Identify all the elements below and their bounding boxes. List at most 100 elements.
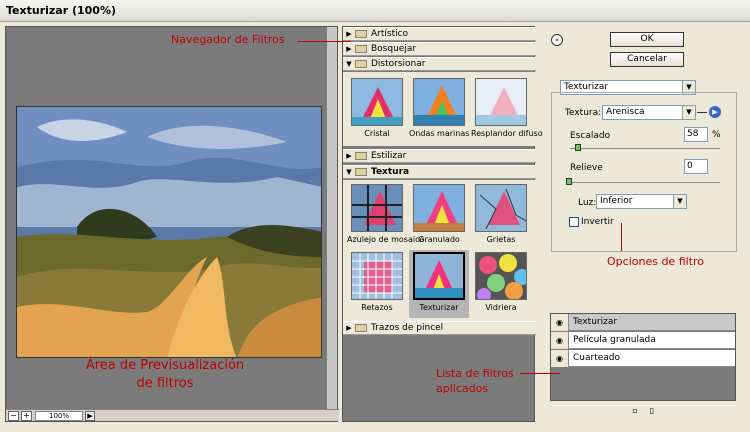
textura-thumbnails: Azulejo de mosaico Granulado Grietas Ret… — [343, 180, 536, 321]
eye-icon[interactable]: ◉ — [551, 313, 569, 331]
texture-label: Textura: — [565, 108, 602, 118]
chevron-down-icon: ▼ — [673, 195, 686, 208]
folder-icon — [355, 45, 367, 53]
applied-filter-label: Cuarteado — [573, 353, 621, 363]
filter-thumbnail-image — [475, 252, 527, 300]
filter-thumb-ondas-marinas[interactable]: Ondas marinas — [409, 78, 469, 138]
annotation-line-options — [621, 223, 622, 251]
filter-caption: Vidriera — [485, 303, 517, 312]
ok-button[interactable]: OK — [610, 32, 684, 47]
category-label: Textura — [371, 167, 410, 177]
applied-filter-row[interactable]: ◉ Cuarteado — [551, 349, 735, 367]
annotation-line-browser — [298, 41, 350, 42]
folder-open-icon — [355, 168, 367, 176]
filter-thumb-texturizar[interactable]: Texturizar — [409, 250, 469, 318]
category-trazos-de-pincel[interactable]: ▶ Trazos de pincel — [343, 321, 536, 335]
annotation-list-line1: Lista de filtros — [436, 367, 514, 380]
zoom-out-button[interactable]: − — [8, 410, 19, 421]
zoom-in-button[interactable]: + — [21, 410, 32, 421]
category-artistico[interactable]: ▶ Artístico — [343, 27, 536, 41]
relief-slider-handle[interactable] — [566, 178, 572, 185]
filter-thumb-resplandor-difuso[interactable]: Resplandor difuso — [471, 78, 543, 138]
scaling-slider[interactable] — [570, 148, 720, 149]
annotation-filter-options: Opciones de filtro — [607, 255, 704, 268]
preview-zoom-bar: − + 100% ▶ — [6, 409, 339, 421]
new-filter-layer-icon[interactable]: ▫ — [630, 406, 640, 416]
filter-caption: Granulado — [418, 235, 460, 244]
annotation-preview-line2: de filtros — [136, 376, 194, 391]
collapse-browser-button[interactable]: « — [551, 34, 563, 46]
preview-image[interactable] — [16, 106, 322, 358]
category-label: Distorsionar — [371, 59, 426, 69]
filter-thumb-cristal[interactable]: Cristal — [347, 78, 407, 138]
applied-filter-row[interactable]: ◉ Película granulada — [551, 331, 735, 349]
filter-caption: Grietas — [486, 235, 516, 244]
scaling-unit: % — [712, 130, 721, 140]
annotation-list-line2: aplicados — [436, 382, 489, 395]
filter-browser: ▶ Artístico ▶ Bosquejar ▼ Distorsionar C… — [342, 26, 543, 422]
trash-icon[interactable]: ▯ — [647, 406, 657, 416]
relief-label: Relieve — [570, 163, 603, 173]
filter-thumb-grietas[interactable]: Grietas — [471, 184, 531, 244]
annotation-line-list — [520, 373, 560, 374]
category-textura[interactable]: ▼ Textura — [343, 165, 536, 179]
category-label: Artístico — [371, 29, 409, 39]
filter-thumbnail-image — [351, 252, 403, 300]
preview-vertical-scrollbar[interactable] — [327, 27, 337, 411]
expand-arrow-icon: ▶ — [346, 324, 352, 332]
expand-arrow-icon: ▶ — [346, 152, 352, 160]
collapse-arrow-icon: ▼ — [346, 60, 352, 68]
texture-menu-icon[interactable]: ▶ — [709, 106, 721, 118]
zoom-level[interactable]: 100% — [35, 410, 83, 421]
relief-slider[interactable] — [570, 182, 720, 183]
expand-arrow-icon: ▶ — [346, 30, 352, 38]
light-select[interactable]: Inferior ▼ — [596, 194, 687, 209]
filter-thumb-vidriera[interactable]: Vidriera — [471, 252, 531, 312]
filter-caption: Ondas marinas — [409, 129, 470, 138]
invert-checkbox[interactable] — [569, 217, 579, 227]
eye-icon[interactable]: ◉ — [551, 331, 569, 349]
filter-caption: Cristal — [364, 129, 390, 138]
category-bosquejar[interactable]: ▶ Bosquejar — [343, 42, 536, 56]
scaling-slider-handle[interactable] — [575, 144, 581, 151]
filter-thumbnail-image — [351, 184, 403, 232]
light-select-value: Inferior — [600, 196, 633, 206]
chevron-down-icon: ▼ — [682, 106, 695, 119]
settings-panel: « OK Cancelar Texturizar ▼ Textura: Aren… — [541, 26, 746, 422]
scaling-input[interactable]: 58 — [684, 127, 708, 142]
annotation-preview-line1: Área de Previsualización — [85, 358, 245, 373]
category-label: Trazos de pincel — [371, 323, 444, 333]
invert-label: Invertir — [581, 217, 614, 227]
applied-filter-label: Texturizar — [573, 317, 618, 327]
cancel-button[interactable]: Cancelar — [610, 52, 684, 67]
filter-thumb-retazos[interactable]: Retazos — [347, 252, 407, 312]
light-label: Luz: — [578, 198, 597, 208]
filter-thumbnail-image — [475, 78, 527, 126]
filter-thumbnail-image — [413, 252, 465, 300]
relief-input[interactable]: 0 — [684, 159, 708, 174]
collapse-arrow-icon: ▼ — [346, 168, 352, 176]
filter-caption: Retazos — [361, 303, 393, 312]
applied-filter-row[interactable]: ◉ Texturizar — [551, 313, 735, 331]
applied-filters-list: ◉ Texturizar ◉ Película granulada ◉ Cuar… — [550, 313, 736, 401]
filter-thumb-granulado[interactable]: Granulado — [409, 184, 469, 244]
filter-caption: Texturizar — [419, 303, 459, 312]
category-estilizar[interactable]: ▶ Estilizar — [343, 149, 536, 163]
zoom-menu-arrow[interactable]: ▶ — [85, 410, 95, 421]
distorsionar-thumbnails: Cristal Ondas marinas Resplandor difuso — [343, 72, 543, 146]
texture-select[interactable]: Arenisca ▼ — [602, 105, 696, 120]
filter-thumbnail-image — [351, 78, 403, 126]
filter-thumbnail-image — [413, 78, 465, 126]
filter-caption: Resplandor difuso — [471, 129, 543, 138]
filter-select-value: Texturizar — [564, 82, 609, 92]
folder-open-icon — [355, 60, 367, 68]
texture-select-value: Arenisca — [606, 107, 645, 117]
folder-icon — [355, 324, 367, 332]
filter-caption: Azulejo de mosaico — [347, 235, 425, 244]
expand-arrow-icon: ▶ — [346, 45, 352, 53]
filter-thumb-azulejo-de-mosaico[interactable]: Azulejo de mosaico — [347, 184, 425, 244]
category-distorsionar[interactable]: ▼ Distorsionar — [343, 57, 536, 71]
eye-icon[interactable]: ◉ — [551, 349, 569, 367]
category-label: Bosquejar — [371, 44, 417, 54]
folder-icon — [355, 152, 367, 160]
